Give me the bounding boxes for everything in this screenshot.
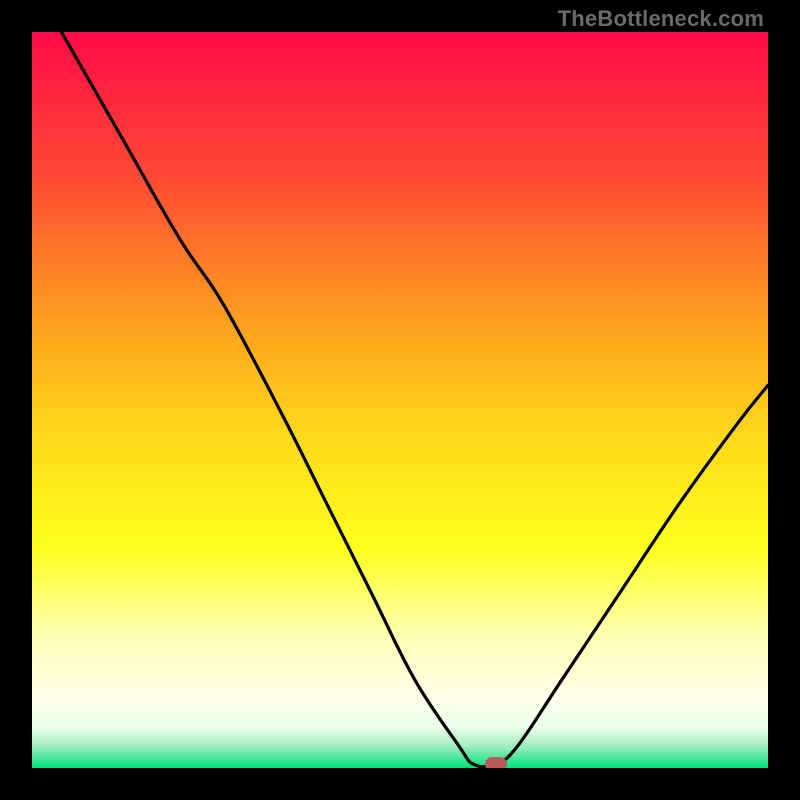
minimum-marker bbox=[485, 757, 507, 768]
bottleneck-chart: TheBottleneck.com bbox=[0, 0, 800, 800]
plot-area bbox=[32, 32, 768, 768]
watermark-text: TheBottleneck.com bbox=[558, 6, 764, 32]
curve-layer bbox=[32, 32, 768, 768]
bottleneck-curve bbox=[61, 32, 768, 767]
